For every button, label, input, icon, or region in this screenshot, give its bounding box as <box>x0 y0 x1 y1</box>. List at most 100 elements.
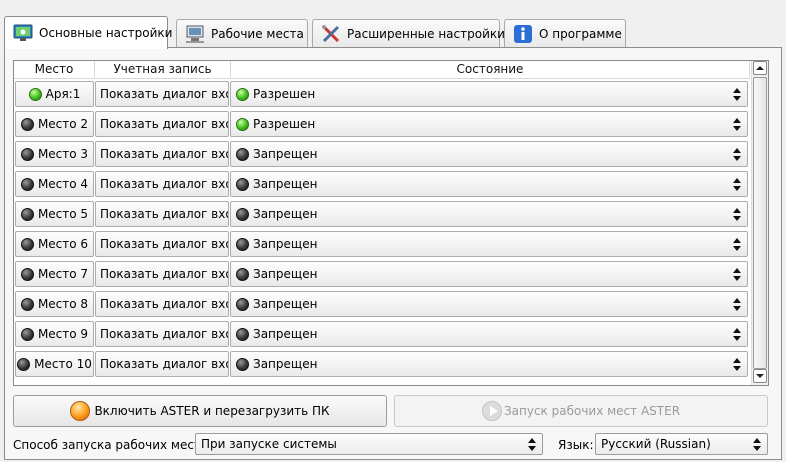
status-dot-icon <box>28 87 42 101</box>
tab-about[interactable]: О программе <box>504 19 626 48</box>
state-value: Разрешен <box>253 87 316 101</box>
updown-arrows-icon <box>733 118 741 131</box>
account-cell[interactable]: Показать диалог входа <box>95 171 229 197</box>
table-row: Место 3 Показать диалог входа Запрещен <box>14 139 750 169</box>
state-dot-icon <box>236 327 249 341</box>
scrollbar-thumb[interactable] <box>753 77 767 369</box>
place-button[interactable]: Место 4 <box>15 171 94 197</box>
account-cell[interactable]: Показать диалог входа <box>95 141 229 167</box>
scroll-up-button[interactable] <box>753 61 767 75</box>
state-select[interactable]: Запрещен <box>230 171 748 197</box>
place-label: Место 3 <box>37 147 89 161</box>
place-button[interactable]: Аря:1 <box>15 81 94 107</box>
place-button[interactable]: Место 7 <box>15 261 94 287</box>
table-header: Место Учетная запись Состояние <box>14 61 750 79</box>
scroll-down-button[interactable] <box>753 369 767 383</box>
place-label: Место 6 <box>37 237 89 251</box>
state-value: Запрещен <box>253 267 318 281</box>
account-cell[interactable]: Показать диалог входа <box>95 201 229 227</box>
status-dot-icon <box>20 147 34 161</box>
state-dot-icon <box>236 147 249 161</box>
table-row: Место 6 Показать диалог входа Запрещен <box>14 229 750 259</box>
account-cell[interactable]: Показать диалог входа <box>95 111 229 137</box>
tab-label: Рабочие места <box>211 27 304 41</box>
table-row: Место 2 Показать диалог входа Разрешен <box>14 109 750 139</box>
state-dot-icon <box>236 87 249 101</box>
updown-arrows-icon <box>733 298 741 311</box>
state-select[interactable]: Запрещен <box>230 261 748 287</box>
table-row: Место 4 Показать диалог входа Запрещен <box>14 169 750 199</box>
state-value: Запрещен <box>253 237 318 251</box>
state-value: Запрещен <box>253 207 318 221</box>
tab-label: Основные настройки <box>39 26 173 40</box>
tab-bar: Основные настройки Рабочие места Расшире… <box>4 16 786 49</box>
account-label: Показать диалог входа <box>100 117 228 131</box>
state-select[interactable]: Разрешен <box>230 81 748 107</box>
language-label: Язык: <box>558 438 594 452</box>
account-label: Показать диалог входа <box>100 87 228 101</box>
state-select[interactable]: Запрещен <box>230 291 748 317</box>
tab-advanced-settings[interactable]: Расширенные настройки <box>312 19 505 48</box>
state-value: Разрешен <box>253 117 316 131</box>
updown-arrows-icon <box>733 88 741 101</box>
orange-orb-icon <box>70 401 91 421</box>
state-dot-icon <box>236 297 249 311</box>
tab-label: О программе <box>539 27 622 41</box>
enable-aster-label: Включить ASTER и перезагрузить ПК <box>94 404 330 418</box>
launch-workstations-label: Запуск рабочих мест ASTER <box>503 404 681 418</box>
account-cell[interactable]: Показать диалог входа <box>95 261 229 287</box>
vertical-scrollbar[interactable] <box>751 61 768 385</box>
settings-monitor-icon <box>13 23 33 43</box>
tab-label: Расширенные настройки <box>347 27 505 41</box>
updown-arrows-icon <box>733 208 741 221</box>
place-button[interactable]: Место 9 <box>15 321 94 347</box>
account-cell[interactable]: Показать диалог входа <box>95 351 229 377</box>
account-cell[interactable]: Показать диалог входа <box>95 231 229 257</box>
table-row: Аря:1 Показать диалог входа Разрешен <box>14 79 750 109</box>
launch-mode-value: При запуске системы <box>201 437 337 451</box>
account-label: Показать диалог входа <box>100 207 228 221</box>
state-dot-icon <box>236 117 249 131</box>
place-button[interactable]: Место 3 <box>15 141 94 167</box>
tools-icon <box>321 24 341 44</box>
table-row: Место 8 Показать диалог входа Запрещен <box>14 289 750 319</box>
state-select[interactable]: Запрещен <box>230 231 748 257</box>
state-select[interactable]: Разрешен <box>230 111 748 137</box>
account-cell[interactable]: Показать диалог входа <box>95 321 229 347</box>
enable-aster-reboot-button[interactable]: Включить ASTER и перезагрузить ПК <box>13 395 387 427</box>
state-select[interactable]: Запрещен <box>230 141 748 167</box>
status-dot-icon <box>20 177 34 191</box>
tab-workstations[interactable]: Рабочие места <box>176 19 308 48</box>
place-button[interactable]: Место 10 <box>15 351 94 377</box>
column-header-place: Место <box>14 61 95 79</box>
workplaces-table: Место Учетная запись Состояние Аря:1 Пока… <box>13 60 769 386</box>
updown-arrows-icon <box>733 178 741 191</box>
account-label: Показать диалог входа <box>100 357 228 371</box>
tab-main-settings[interactable]: Основные настройки <box>4 16 172 49</box>
launch-workstations-button[interactable]: Запуск рабочих мест ASTER <box>394 395 768 427</box>
updown-arrows-icon <box>528 438 536 451</box>
state-value: Запрещен <box>253 147 318 161</box>
workstations-icon <box>185 24 205 44</box>
account-cell[interactable]: Показать диалог входа <box>95 291 229 317</box>
state-value: Запрещен <box>253 177 318 191</box>
place-button[interactable]: Место 5 <box>15 201 94 227</box>
account-cell[interactable]: Показать диалог входа <box>95 81 229 107</box>
state-select[interactable]: Запрещен <box>230 201 748 227</box>
place-button[interactable]: Место 8 <box>15 291 94 317</box>
language-select[interactable]: Русский (Russian) <box>595 433 768 455</box>
place-button[interactable]: Место 6 <box>15 231 94 257</box>
state-dot-icon <box>236 237 249 251</box>
launch-mode-select[interactable]: При запуске системы <box>195 433 543 455</box>
state-select[interactable]: Запрещен <box>230 351 748 377</box>
status-dot-icon <box>20 327 34 341</box>
account-label: Показать диалог входа <box>100 327 228 341</box>
account-label: Показать диалог входа <box>100 237 228 251</box>
state-select[interactable]: Запрещен <box>230 321 748 347</box>
place-label: Место 5 <box>37 207 89 221</box>
account-label: Показать диалог входа <box>100 297 228 311</box>
language-value: Русский (Russian) <box>601 437 711 451</box>
status-dot-icon <box>20 237 34 251</box>
place-button[interactable]: Место 2 <box>15 111 94 137</box>
status-dot-icon <box>17 357 31 371</box>
